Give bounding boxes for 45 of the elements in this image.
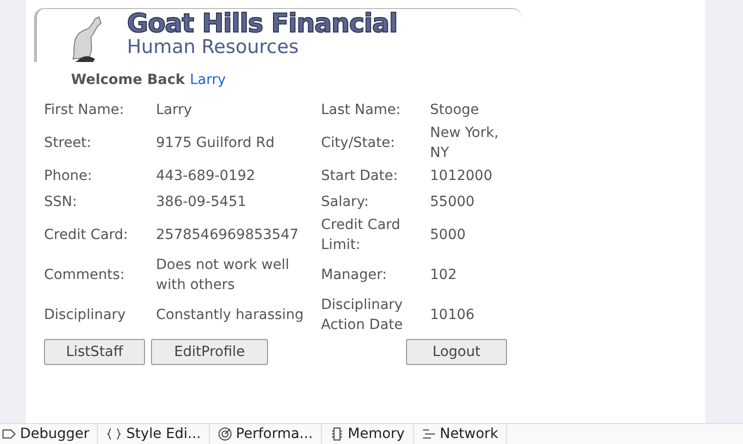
- field-label: City/State:: [321, 134, 395, 153]
- department-name: Human Resources: [127, 38, 300, 57]
- devtools-tab[interactable]: Network: [414, 424, 508, 444]
- user-name: Larry: [190, 71, 226, 90]
- field-label: Phone:: [44, 167, 92, 186]
- field-value: Constantly harassing: [156, 306, 304, 325]
- field-label: Disciplinary Action Date: [321, 296, 404, 335]
- devtools-tab[interactable]: Style Edi...: [98, 424, 210, 444]
- field-value: Stooge: [430, 101, 480, 120]
- field-value: 1012000: [430, 167, 492, 186]
- field-label: Start Date:: [321, 167, 398, 186]
- field-value: 386-09-5451: [156, 193, 246, 212]
- welcome-text: Welcome Back: [71, 71, 185, 90]
- company-name: Goat Hills Financial: [127, 11, 398, 37]
- tag-icon: [2, 428, 16, 440]
- field-value: 2578546969853547: [156, 226, 299, 245]
- field-label: SSN:: [44, 193, 77, 212]
- field-label: Last Name:: [321, 101, 401, 120]
- field-label: Manager:: [321, 266, 387, 285]
- field-value: 443-689-0192: [156, 167, 256, 186]
- field-label: Credit Card:: [44, 226, 128, 245]
- field-label: Credit Card Limit:: [321, 216, 402, 255]
- braces-icon: [106, 428, 122, 440]
- field-value: 55000: [430, 193, 475, 212]
- gauge-icon: [218, 427, 232, 441]
- field-label: Salary:: [321, 193, 369, 212]
- field-label: Comments:: [44, 266, 125, 285]
- chip-icon: [330, 427, 344, 441]
- field-label: Street:: [44, 134, 92, 153]
- action-button[interactable]: EditProfile: [151, 339, 268, 365]
- devtools-tab[interactable]: Debugger: [0, 424, 98, 444]
- field-value: Does not work well with others: [156, 256, 290, 295]
- field-value: 5000: [430, 226, 466, 245]
- field-label: First Name:: [44, 101, 124, 120]
- field-value: 9175 Guilford Rd: [156, 134, 275, 153]
- field-value: 102: [430, 266, 457, 285]
- action-button[interactable]: ListStaff: [44, 339, 145, 365]
- devtools-tab[interactable]: Memory: [322, 424, 414, 444]
- devtools-tab[interactable]: Performa...: [210, 424, 322, 444]
- field-value: Larry: [156, 101, 192, 120]
- field-value: New York, NY: [430, 124, 500, 163]
- field-value: 10106: [430, 306, 475, 325]
- lines-icon: [422, 428, 436, 440]
- action-button[interactable]: Logout: [406, 339, 507, 365]
- field-label: Disciplinary: [44, 306, 126, 325]
